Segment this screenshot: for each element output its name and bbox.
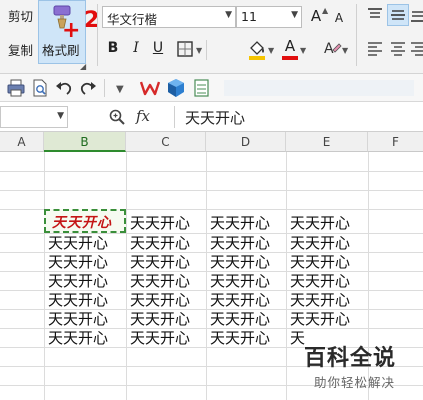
align-right-icon[interactable]: [411, 40, 423, 58]
align-center-icon[interactable]: [389, 40, 407, 58]
customize-toolbar-icon[interactable]: ▼: [116, 84, 124, 95]
print-icon[interactable]: [6, 78, 26, 98]
undo-icon[interactable]: [54, 78, 74, 98]
table-cell[interactable]: 天天开心: [290, 310, 350, 328]
column-header-d[interactable]: D: [206, 132, 286, 152]
ribbon-separator: [97, 4, 98, 66]
redo-icon[interactable]: [78, 78, 98, 98]
borders-icon[interactable]: [176, 40, 194, 58]
decrease-font-button[interactable]: A: [332, 8, 346, 28]
table-cell[interactable]: 天天开心: [210, 291, 270, 309]
font-size-value: 11: [241, 9, 257, 24]
font-size-select[interactable]: 11 ▼: [236, 6, 302, 28]
chevron-down-icon: ▼: [291, 10, 298, 20]
svg-text:A: A: [324, 41, 334, 57]
formula-input[interactable]: 天天开心: [174, 106, 423, 128]
table-cell[interactable]: 天天开心: [130, 214, 190, 232]
table-cell[interactable]: 天天开心: [130, 329, 190, 347]
clipboard-launcher-icon[interactable]: ◢: [80, 62, 86, 71]
table-cell[interactable]: 天天开心: [210, 234, 270, 252]
font-color-swatch: [282, 56, 298, 60]
font-color-button[interactable]: A: [282, 36, 298, 56]
fill-color-icon[interactable]: [247, 38, 267, 60]
column-header-a[interactable]: A: [0, 132, 44, 152]
column-header-b[interactable]: B: [44, 132, 126, 152]
font-name-value: 华文行楷: [107, 12, 158, 27]
blurred-region: [224, 80, 414, 96]
increase-arrow-icon: ▲: [322, 6, 329, 15]
table-cell[interactable]: 天天开心: [210, 329, 270, 347]
name-box[interactable]: ▼: [0, 106, 68, 128]
format-painter-label: 格式刷: [42, 43, 80, 58]
align-middle-icon: [391, 10, 405, 20]
table-cell[interactable]: 天天开心: [290, 291, 350, 309]
table-cell[interactable]: 天天开心: [48, 234, 108, 252]
align-left-icon[interactable]: [366, 40, 384, 58]
grid-line: [0, 171, 423, 172]
table-cell[interactable]: 天天开心: [210, 214, 270, 232]
chevron-down-icon[interactable]: ▼: [300, 46, 306, 55]
grid-line: [0, 190, 423, 191]
italic-button[interactable]: I: [127, 38, 145, 58]
table-cell[interactable]: 天天开心: [130, 310, 190, 328]
table-cell[interactable]: 天天开心: [48, 272, 108, 290]
toolbar-separator: [104, 79, 105, 97]
column-header-e[interactable]: E: [286, 132, 368, 152]
watermark: 百科全说 助你轻松解决: [296, 338, 423, 400]
insert-function-button[interactable]: fx: [136, 107, 150, 125]
bold-button[interactable]: B: [104, 38, 122, 58]
table-cell[interactable]: 天天开心: [290, 214, 350, 232]
ribbon-toolbar: 剪切 复制 + 2 格式刷 ◢ 华文行楷 ▼ 11 ▼ A ▲ A B I U …: [0, 0, 423, 74]
table-cell[interactable]: 天天开心: [48, 291, 108, 309]
column-header-c[interactable]: C: [126, 132, 206, 152]
wps-office-icon[interactable]: [140, 78, 160, 98]
table-cell[interactable]: 天天开心: [48, 329, 108, 347]
align-top-icon[interactable]: [366, 6, 384, 24]
chevron-down-icon[interactable]: ▼: [196, 46, 202, 55]
formula-bar: ▼ fx 天天开心: [0, 102, 423, 132]
chevron-down-icon: ▼: [57, 111, 64, 121]
clear-format-icon[interactable]: A: [322, 38, 342, 58]
column-header-f[interactable]: F: [368, 132, 423, 152]
zoom-search-icon[interactable]: [108, 108, 126, 126]
copy-button[interactable]: 复制: [8, 40, 33, 59]
table-cell[interactable]: 天天开心: [210, 310, 270, 328]
table-cell[interactable]: 天天开心: [130, 291, 190, 309]
selected-cell-text: 天天开心: [52, 215, 112, 231]
spreadsheet-app-icon[interactable]: [192, 78, 212, 98]
print-preview-icon[interactable]: [30, 78, 50, 98]
ribbon-separator: [356, 4, 357, 66]
watermark-logo: 百科全说: [304, 346, 397, 371]
chevron-down-icon[interactable]: ▼: [342, 46, 348, 55]
align-bottom-icon[interactable]: [411, 6, 423, 24]
cut-button[interactable]: 剪切: [8, 6, 33, 25]
table-cell[interactable]: 天天开心: [130, 253, 190, 271]
table-cell[interactable]: 天天开心: [130, 272, 190, 290]
table-cell[interactable]: 天天开心: [48, 310, 108, 328]
chevron-down-icon[interactable]: ▼: [268, 46, 274, 55]
table-cell[interactable]: 天天开心: [210, 272, 270, 290]
chevron-down-icon: ▼: [225, 10, 232, 20]
watermark-subtitle: 助你轻松解决: [314, 375, 396, 390]
cube-app-icon[interactable]: [166, 78, 186, 98]
table-cell[interactable]: 天天开心: [290, 253, 350, 271]
table-cell[interactable]: 天天开心: [290, 234, 350, 252]
table-cell[interactable]: 天天开心: [210, 253, 270, 271]
ribbon-separator: [206, 40, 207, 60]
table-cell[interactable]: 天天开心: [290, 272, 350, 290]
underline-button[interactable]: U: [149, 38, 167, 58]
table-cell[interactable]: 天天开心: [48, 253, 108, 271]
quick-access-toolbar: ▼: [0, 74, 423, 102]
font-name-select[interactable]: 华文行楷 ▼: [102, 6, 236, 28]
table-cell[interactable]: 天天开心: [130, 234, 190, 252]
